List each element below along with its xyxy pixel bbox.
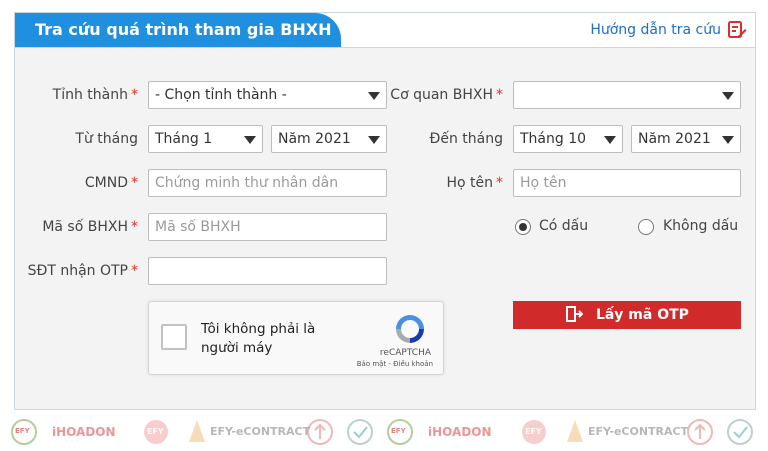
upload-logo-icon xyxy=(687,419,713,445)
full-name-label: Họ tên * xyxy=(446,175,503,191)
with-accent-label[interactable]: Có dấu xyxy=(539,218,588,234)
without-accent-label[interactable]: Không dấu xyxy=(663,218,738,234)
lookup-panel: Tra cứu quá trình tham gia BHXH Hướng dẫ… xyxy=(14,12,756,410)
province-select[interactable]: - Chọn tỉnh thành - xyxy=(148,81,387,109)
agency-select[interactable] xyxy=(513,81,741,109)
econtract-logo-text: EFY-eCONTRACT xyxy=(588,425,689,438)
efy-logo-text: EFY xyxy=(525,427,542,436)
pen-logo-icon xyxy=(189,420,205,442)
from-month-select[interactable]: Tháng 1 xyxy=(148,125,263,153)
social-insurance-label: Mã số BHXH * xyxy=(42,219,138,235)
recaptcha-label: Tôi không phải là người máy xyxy=(201,321,316,356)
chevron-down-icon xyxy=(722,92,734,100)
ihoadon-logo-text: iHOADON xyxy=(428,425,492,439)
recaptcha-icon xyxy=(396,315,424,343)
province-label: Tỉnh thành * xyxy=(52,87,138,103)
agency-label: Cơ quan BHXH * xyxy=(390,87,503,103)
recaptcha-brand: reCAPTCHA xyxy=(379,348,431,358)
ihoadon-logo-text: iHOADON xyxy=(52,425,116,439)
recaptcha-links[interactable]: Bảo mật - Điều khoản xyxy=(357,360,433,368)
panel-header: Tra cứu quá trình tham gia BHXH Hướng dẫ… xyxy=(15,13,755,48)
recaptcha-checkbox[interactable] xyxy=(161,324,187,350)
with-accent-radio[interactable] xyxy=(515,219,531,235)
from-year-select[interactable]: Năm 2021 xyxy=(271,125,387,153)
phone-otp-input[interactable] xyxy=(148,257,387,285)
check-shield-logo-icon xyxy=(347,419,373,445)
get-otp-button[interactable]: Lấy mã OTP xyxy=(513,301,741,329)
social-insurance-input[interactable] xyxy=(148,213,387,241)
id-card-label: CMND * xyxy=(84,175,138,191)
from-month-label: Từ tháng xyxy=(75,131,138,147)
chevron-down-icon xyxy=(604,136,616,144)
full-name-input[interactable] xyxy=(513,169,741,197)
chevron-down-icon xyxy=(368,136,380,144)
chevron-down-icon xyxy=(244,136,256,144)
efy-logo-text: EFY xyxy=(147,427,164,436)
without-accent-radio[interactable] xyxy=(638,219,654,235)
upload-logo-icon xyxy=(307,419,333,445)
id-card-input[interactable] xyxy=(148,169,387,197)
footer-logos: EFY iHOADON EFY EFY-eCONTRACT EFY iHOADO… xyxy=(10,416,760,448)
door-exit-icon xyxy=(566,305,584,322)
panel-title: Tra cứu quá trình tham gia BHXH xyxy=(15,13,341,47)
help-link[interactable]: Hướng dẫn tra cứu xyxy=(590,13,721,47)
phone-otp-label: SĐT nhận OTP * xyxy=(27,263,138,279)
chevron-down-icon xyxy=(722,136,734,144)
chevron-down-icon xyxy=(368,92,380,100)
document-edit-icon[interactable] xyxy=(727,20,747,40)
efy-logo-text: EFY xyxy=(391,427,406,435)
efy-logo-text: EFY xyxy=(15,427,30,435)
check-shield-logo-icon xyxy=(727,419,753,445)
get-otp-label: Lấy mã OTP xyxy=(595,307,689,323)
to-year-select[interactable]: Năm 2021 xyxy=(631,125,741,153)
recaptcha-widget: Tôi không phải là người máy reCAPTCHA Bả… xyxy=(148,301,444,375)
econtract-logo-text: EFY-eCONTRACT xyxy=(210,425,311,438)
to-month-label: Đến tháng xyxy=(429,131,504,147)
to-month-select[interactable]: Tháng 10 xyxy=(513,125,623,153)
pen-logo-icon xyxy=(567,420,583,442)
